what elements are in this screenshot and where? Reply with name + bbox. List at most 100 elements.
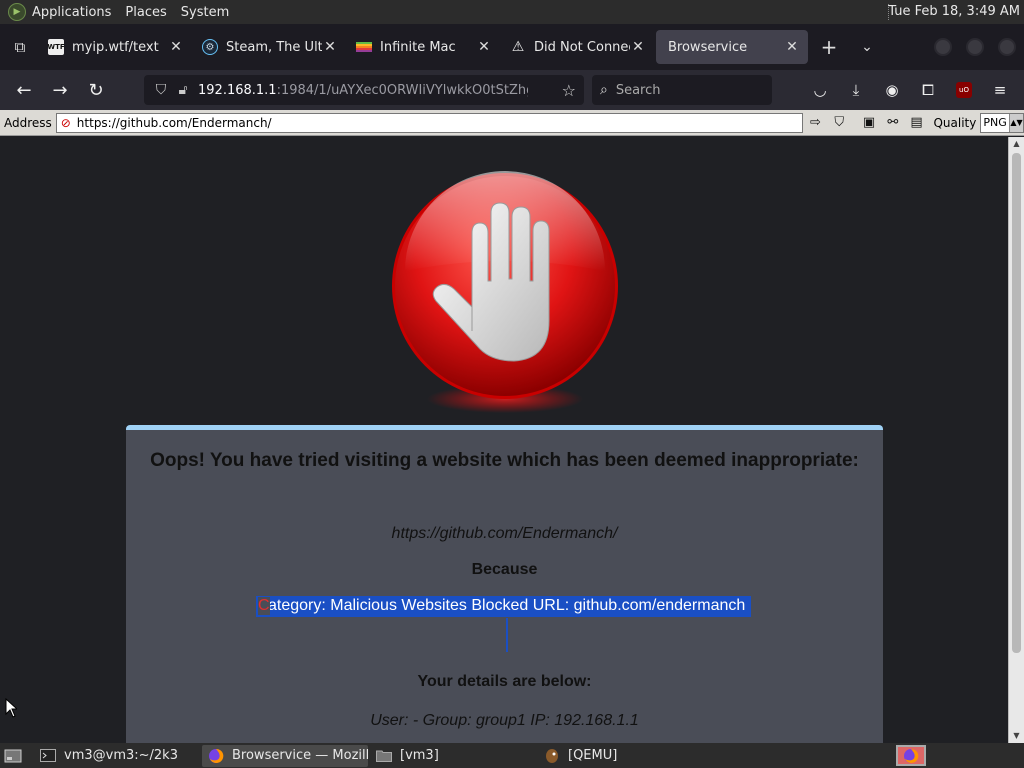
page-scrollbar[interactable]: ▲ ▼: [1008, 137, 1024, 743]
extensions-button[interactable]: ⧠: [910, 74, 946, 106]
tab-steam[interactable]: ⚙ Steam, The Ultimate ✕: [194, 30, 346, 64]
go-button[interactable]: ⇨: [805, 113, 827, 133]
address-field[interactable]: ⊘ https://github.com/Endermanch/: [55, 112, 803, 133]
applications-menu[interactable]: Applications: [32, 5, 111, 20]
steam-favicon-icon: ⚙: [202, 39, 218, 55]
details-heading: Your details are below:: [417, 673, 592, 690]
search-bar[interactable]: ⌕ Search: [592, 75, 772, 105]
close-tab-icon[interactable]: ✕: [168, 39, 184, 55]
close-tab-icon[interactable]: ✕: [630, 39, 646, 55]
tab-title: Did Not Connect: [534, 39, 630, 55]
close-tab-icon[interactable]: ✕: [476, 39, 492, 55]
system-menu[interactable]: System: [181, 5, 229, 20]
block-reason: Category: Malicious Websites Blocked URL…: [256, 596, 752, 618]
task-qemu[interactable]: [QEMU]: [538, 745, 704, 767]
bookmark-star-icon[interactable]: ☆: [562, 81, 576, 100]
tab-title: myip.wtf/text: [72, 39, 159, 55]
download-icon: ⤓: [852, 81, 860, 99]
tab-title: Browservice: [668, 39, 748, 55]
firefox-view-button[interactable]: ⧉: [0, 24, 40, 70]
account-icon: ◉: [885, 81, 899, 99]
pocket-button[interactable]: ◡: [802, 74, 838, 106]
tab-bar: ⧉ WTF myip.wtf/text ✕ ⚙ Steam, The Ultim…: [0, 24, 1024, 70]
task-label: [QEMU]: [568, 748, 618, 763]
reload-icon: ↻: [88, 79, 104, 101]
ublock-button[interactable]: uO: [946, 74, 982, 106]
firefox-view-icon: ⧉: [14, 38, 26, 56]
binoculars-icon: ⚯: [887, 115, 899, 130]
show-desktop-button[interactable]: [0, 743, 26, 768]
address-value: https://github.com/Endermanch/: [76, 115, 272, 130]
clipboard-button[interactable]: ▤: [906, 113, 928, 133]
places-menu[interactable]: Places: [125, 5, 166, 20]
task-terminal[interactable]: vm3@vm3:~/2k3: [34, 745, 200, 767]
tracking-shield-icon[interactable]: ⛉: [150, 82, 172, 98]
close-window-button[interactable]: [998, 38, 1016, 56]
clock[interactable]: Tue Feb 18, 3:49 AM: [888, 4, 1020, 19]
blocked-url: https://github.com/Endermanch/: [391, 525, 618, 542]
block-reason-text: Category: Malicious Websites Blocked URL…: [256, 596, 752, 617]
wtf-favicon-icon: WTF: [47, 39, 65, 55]
pocket-icon: ◡: [813, 81, 827, 99]
top-panel: ▶ Applications Places System Tue Feb 18,…: [0, 0, 1024, 24]
bookmark-button[interactable]: ⛉: [828, 113, 850, 133]
tab-title: Steam, The Ultimate: [226, 39, 322, 55]
new-tab-button[interactable]: +: [810, 35, 848, 59]
address-label: Address: [4, 115, 52, 130]
back-button[interactable]: ←: [6, 74, 42, 106]
find-button[interactable]: ⚯: [882, 113, 904, 133]
quality-label: Quality: [933, 115, 977, 130]
close-tab-icon[interactable]: ✕: [322, 39, 338, 55]
tab-title: Infinite Mac: [380, 39, 456, 55]
insecure-lock-icon[interactable]: 🔓︎: [172, 82, 194, 98]
qemu-icon: [544, 748, 560, 763]
search-placeholder: Search: [615, 82, 661, 98]
workspace-switcher[interactable]: [896, 745, 926, 766]
tab-browservice[interactable]: Browservice ✕: [656, 30, 808, 64]
distro-logo-icon[interactable]: ▶: [8, 3, 26, 21]
account-button[interactable]: ◉: [874, 74, 910, 106]
minimize-window-button[interactable]: [934, 38, 952, 56]
tab-myip[interactable]: WTF myip.wtf/text ✕: [40, 30, 192, 64]
url-bar[interactable]: ⛉ 🔓︎ 192.168.1.1:1984/1/uAYXec0ORWIiVYlw…: [144, 75, 584, 105]
screenshot-button[interactable]: ▣: [858, 113, 880, 133]
scrollbar-thumb[interactable]: [1012, 153, 1021, 653]
tab-infinite-mac[interactable]: Infinite Mac ✕: [348, 30, 500, 64]
list-all-tabs-chevron-down-icon[interactable]: ⌄: [848, 39, 886, 55]
maximize-window-button[interactable]: [966, 38, 984, 56]
quality-value: PNG: [983, 116, 1007, 129]
firefox-icon: [904, 748, 919, 763]
close-tab-icon[interactable]: ✕: [784, 39, 800, 55]
reload-button[interactable]: ↻: [78, 74, 114, 106]
task-firefox[interactable]: Browservice — Mozilla Firefox: [202, 744, 368, 767]
task-label: [vm3]: [400, 748, 439, 763]
browservice-toolbar: Address ⊘ https://github.com/Endermanch/…: [0, 110, 1024, 136]
quality-select[interactable]: PNG ▲▼: [980, 112, 1024, 133]
downloads-button[interactable]: ⤓: [838, 74, 874, 106]
forward-arrow-icon: →: [52, 79, 68, 101]
block-message-panel: Oops! You have tried visiting a website …: [126, 425, 883, 743]
folder-icon: [376, 749, 392, 763]
tab-did-not-connect[interactable]: ⚠ Did Not Connect ✕: [502, 30, 654, 64]
toolbar-right: ◡ ⤓ ◉ ⧠ uO ≡: [802, 74, 1018, 106]
nav-bar: ← → ↻ ⛉ 🔓︎ 192.168.1.1:1984/1/uAYXec0ORW…: [0, 70, 1024, 110]
back-arrow-icon: ←: [16, 79, 32, 101]
user-details: User: - Group: group1 IP: 192.168.1.1: [370, 712, 639, 729]
scroll-up-arrow-icon[interactable]: ▲: [1009, 137, 1024, 151]
task-folder[interactable]: [vm3]: [370, 745, 536, 767]
ublock-origin-icon: uO: [956, 82, 972, 98]
puzzle-icon: ⧠: [921, 81, 934, 99]
go-arrow-icon: ⇨: [810, 115, 821, 130]
infinite-mac-favicon-icon: [356, 39, 372, 55]
search-icon: ⌕: [600, 82, 608, 98]
image-icon: ▣: [862, 115, 876, 130]
scroll-down-arrow-icon[interactable]: ▼: [1009, 729, 1024, 743]
forward-button[interactable]: →: [42, 74, 78, 106]
spin-arrows-icon[interactable]: ▲▼: [1008, 113, 1023, 132]
task-label: Browservice — Mozilla Firefox: [232, 748, 368, 763]
because-label: Because: [471, 561, 538, 578]
app-menu-button[interactable]: ≡: [982, 74, 1018, 106]
page-viewport[interactable]: Oops! You have tried visiting a website …: [0, 137, 1008, 743]
mouse-pointer-icon: [5, 698, 17, 718]
show-desktop-icon: [4, 749, 22, 762]
